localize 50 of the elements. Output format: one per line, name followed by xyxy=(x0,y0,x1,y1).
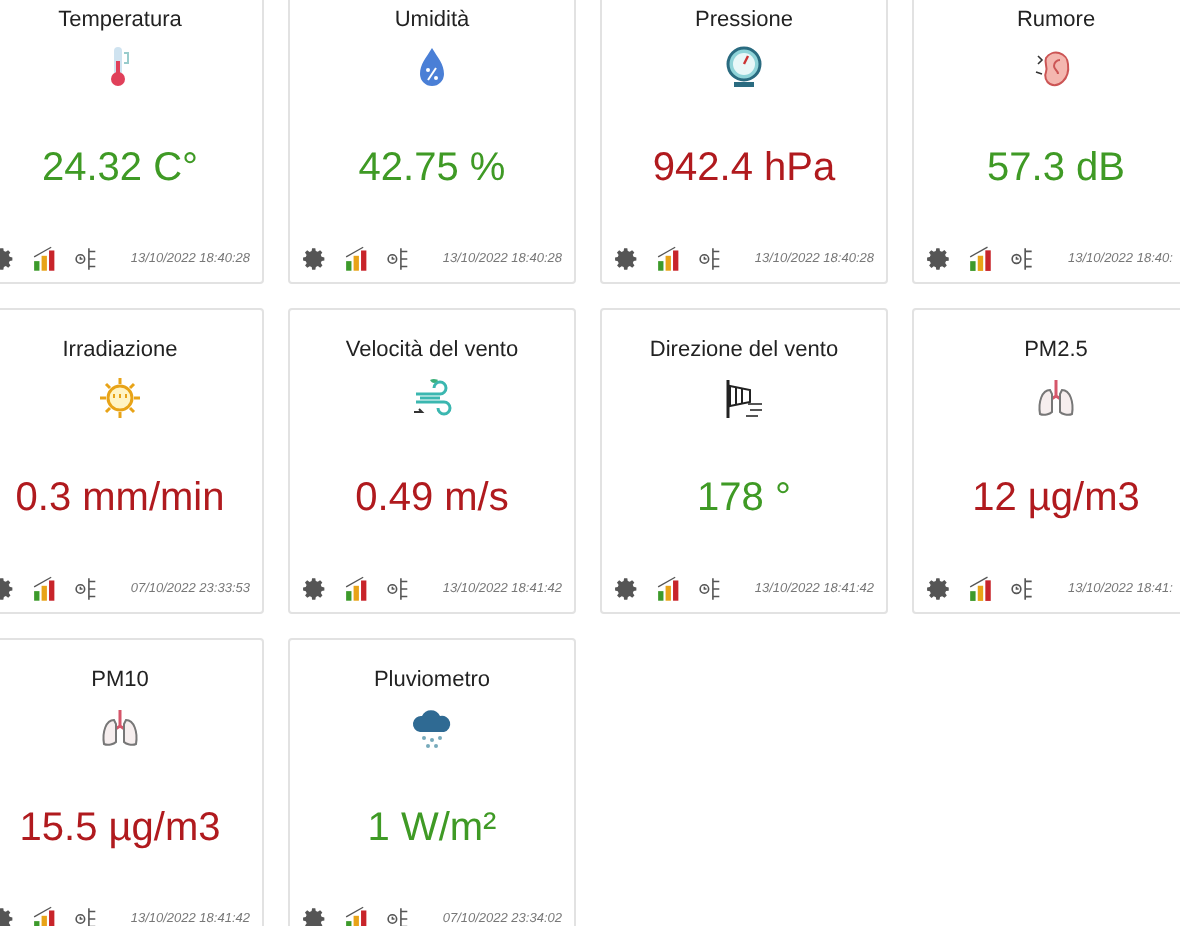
sensor-title: Rumore xyxy=(1016,6,1096,34)
clock-timeline-icon[interactable] xyxy=(697,246,723,272)
sensor-title: Pressione xyxy=(695,6,793,34)
bar-chart-icon[interactable] xyxy=(343,576,370,602)
clock-timeline-icon[interactable] xyxy=(73,906,99,926)
clock-timeline-icon[interactable] xyxy=(1010,576,1036,602)
clock-timeline-icon[interactable] xyxy=(385,246,411,272)
sensor-value: 942.4 hPa xyxy=(652,144,836,192)
sensor-title: Direzione del vento xyxy=(649,336,839,364)
bar-chart-icon[interactable] xyxy=(343,906,370,926)
settings-icon[interactable] xyxy=(302,246,328,272)
thermometer-icon xyxy=(110,46,130,90)
uv-sun-icon xyxy=(96,374,144,422)
rain-cloud-icon xyxy=(408,704,456,752)
clock-timeline-icon[interactable] xyxy=(385,906,411,926)
sensor-value: 15.5 µg/m3 xyxy=(19,804,221,852)
clock-timeline-icon[interactable] xyxy=(1010,246,1036,272)
sensor-value: 57.3 dB xyxy=(987,144,1125,192)
sensor-value: 178 ° xyxy=(697,474,791,522)
sensor-value: 12 µg/m3 xyxy=(972,474,1140,522)
clock-timeline-icon[interactable] xyxy=(697,576,723,602)
settings-icon[interactable] xyxy=(302,576,328,602)
sensor-title: PM10 xyxy=(91,666,149,694)
sensor-title: Irradiazione xyxy=(62,336,178,364)
sensor-value: 0.49 m/s xyxy=(355,474,509,522)
settings-icon[interactable] xyxy=(926,246,952,272)
sensor-title: PM2.5 xyxy=(1024,336,1088,364)
sensor-value: 42.75 % xyxy=(358,144,506,192)
sensor-title: Velocità del vento xyxy=(345,336,519,364)
clock-timeline-icon[interactable] xyxy=(385,576,411,602)
sensor-title: Pluviometro xyxy=(373,666,491,694)
sensor-title: Umidità xyxy=(394,6,470,34)
sensor-title: Temperatura xyxy=(58,6,182,34)
bar-chart-icon[interactable] xyxy=(655,576,682,602)
sensor-value: 1 W/m² xyxy=(367,804,497,852)
sensor-value: 24.32 C° xyxy=(41,144,199,192)
settings-icon[interactable] xyxy=(614,246,640,272)
bar-chart-icon[interactable] xyxy=(31,246,58,272)
bar-chart-icon[interactable] xyxy=(968,576,994,602)
settings-icon[interactable] xyxy=(302,906,328,926)
bar-chart-icon[interactable] xyxy=(343,246,370,272)
settings-icon[interactable] xyxy=(926,576,952,602)
clock-timeline-icon[interactable] xyxy=(73,576,99,602)
clock-timeline-icon[interactable] xyxy=(73,246,99,272)
bar-chart-icon[interactable] xyxy=(31,576,58,602)
bar-chart-icon[interactable] xyxy=(655,246,682,272)
bar-chart-icon[interactable] xyxy=(968,246,994,272)
bar-chart-icon[interactable] xyxy=(31,906,58,926)
settings-icon[interactable] xyxy=(614,576,640,602)
sensor-value: 0.3 mm/min xyxy=(15,474,225,522)
